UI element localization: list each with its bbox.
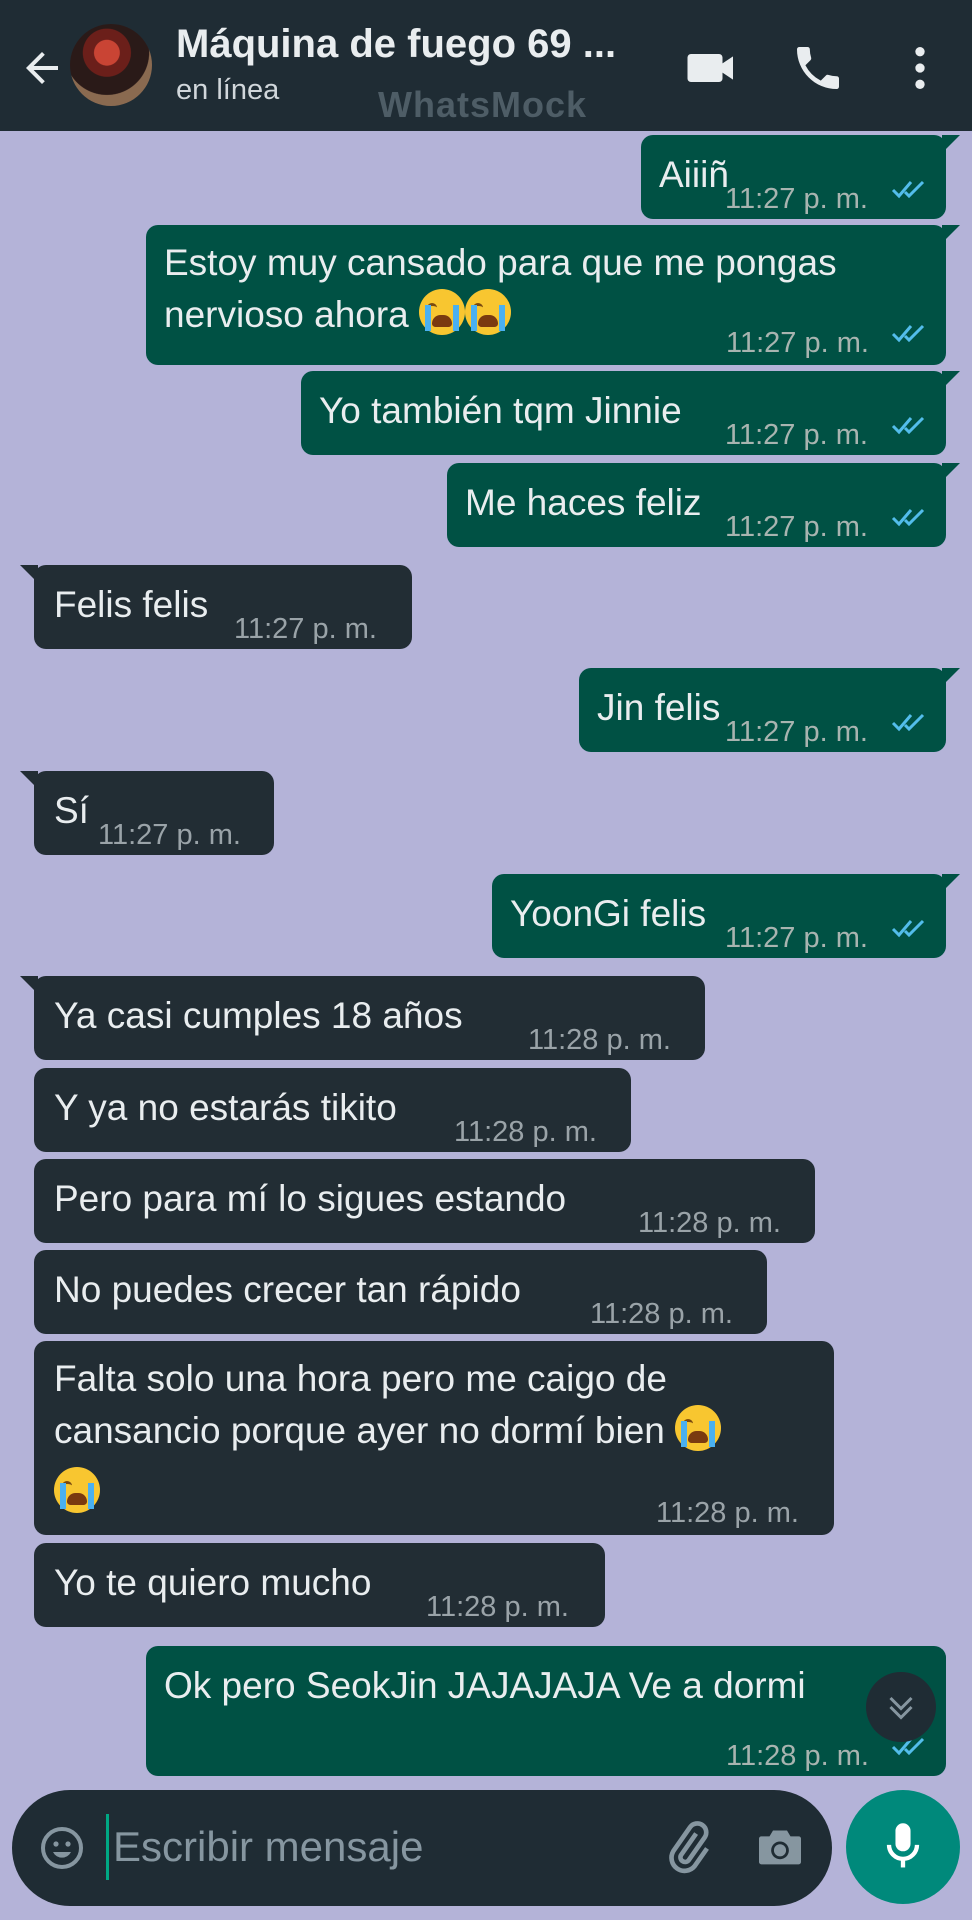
scroll-to-bottom-button[interactable] [866,1672,936,1742]
message-text: Jin felis [597,687,721,728]
message-text: Ok pero SeokJin JAJAJAJA Ve a dormi [164,1665,806,1706]
message-list[interactable]: Aiiiñ 11:27 p. m. Estoy muy cansado para… [0,131,972,1791]
message-time: 11:27 p. m. [725,922,868,954]
message-text: Y ya no estarás tikito [54,1087,397,1128]
contact-status: en línea [176,74,280,106]
message-text: Ya casi cumples 18 años [54,995,463,1036]
message-bubble-outgoing[interactable]: Aiiiñ 11:27 p. m. [641,135,960,219]
arrow-left-icon[interactable] [18,44,66,92]
message-text: Felis felis [54,584,209,625]
message-text: Yo te quiero mucho [54,1562,372,1603]
message-text: Me haces feliz [465,482,702,523]
message-time: 11:28 p. m. [590,1298,733,1330]
message-text: Yo también tqm Jinnie [319,390,682,431]
message-time: 11:27 p. m. [725,716,868,748]
message-bubble-outgoing[interactable]: YoonGi felis 11:27 p. m. [492,874,960,958]
message-bubble-incoming[interactable]: Felis felis 11:27 p. m. [20,565,412,649]
message-time: 11:28 p. m. [528,1024,671,1056]
message-time: 11:27 p. m. [726,327,869,359]
message-text: Sí [54,790,89,831]
message-text: Pero para mí lo sigues estando [54,1178,567,1219]
phone-icon[interactable] [790,40,846,96]
message-time: 11:27 p. m. [725,419,868,451]
message-text: YoonGi felis [510,893,707,934]
double-check-read-icon [891,416,925,435]
loudly-crying-face-icon [675,1405,722,1451]
message-text: Estoy muy cansado para que me pongas [164,242,837,283]
message-time: 11:27 p. m. [725,511,868,543]
voice-record-button[interactable] [846,1790,960,1904]
loudly-crying-face-icon [419,289,466,335]
message-time: 11:28 p. m. [726,1740,869,1772]
message-text: cansancio porque ayer no dormí bien [54,1405,722,1457]
double-check-read-icon [891,180,925,199]
message-bubble-incoming[interactable]: Yo te quiero mucho 11:28 p. m. [34,1543,605,1627]
smiley-icon[interactable] [38,1824,86,1872]
message-time: 11:27 p. m. [234,613,377,645]
more-vertical-icon[interactable] [892,40,948,96]
message-bubble-incoming[interactable]: Y ya no estarás tikito 11:28 p. m. [34,1068,631,1152]
message-bubble-incoming[interactable]: No puedes crecer tan rápido 11:28 p. m. [34,1250,767,1334]
message-bubble-incoming[interactable]: Pero para mí lo sigues estando 11:28 p. … [34,1159,815,1243]
message-bubble-incoming[interactable]: Sí 11:27 p. m. [20,771,274,855]
double-check-read-icon [891,919,925,938]
message-composer: Escribir mensaje [12,1790,832,1906]
message-text: Aiiiñ [659,154,729,195]
message-bubble-outgoing[interactable]: Ok pero SeokJin JAJAJAJA Ve a dormi 11:2… [146,1646,946,1776]
contact-avatar[interactable] [70,24,152,106]
loudly-crying-face-icon [54,1467,100,1513]
microphone-icon [886,1823,920,1868]
video-camera-icon[interactable] [684,40,740,96]
message-time: 11:28 p. m. [656,1497,799,1529]
message-text: Falta solo una hora pero me caigo de [54,1358,667,1399]
contact-name[interactable]: Máquina de fuego 69 ... [176,22,616,67]
double-chevron-down-icon [889,1696,913,1720]
paperclip-icon[interactable] [660,1820,716,1876]
message-bubble-incoming[interactable]: Falta solo una hora pero me caigo de can… [34,1341,834,1535]
message-bubble-outgoing[interactable]: Yo también tqm Jinnie 11:27 p. m. [301,371,960,455]
message-bubble-outgoing[interactable]: Me haces feliz 11:27 p. m. [447,463,960,547]
loudly-crying-face-icon [465,289,512,335]
chat-header: Máquina de fuego 69 ... en línea WhatsMo… [0,0,972,131]
message-time: 11:27 p. m. [98,819,241,851]
camera-icon[interactable] [752,1820,808,1876]
message-text: No puedes crecer tan rápido [54,1269,521,1310]
message-time: 11:28 p. m. [638,1207,781,1239]
message-bubble-outgoing[interactable]: Estoy muy cansado para que me pongas ner… [146,225,960,365]
message-time: 11:27 p. m. [725,183,868,215]
message-bubble-incoming[interactable]: Ya casi cumples 18 años 11:28 p. m. [20,976,705,1060]
double-check-read-icon [891,508,925,527]
message-time: 11:28 p. m. [426,1591,569,1623]
double-check-read-icon [891,324,925,343]
message-time: 11:28 p. m. [454,1116,597,1148]
message-input[interactable]: Escribir mensaje [106,1814,656,1880]
double-check-read-icon [891,713,925,732]
message-text: nervioso ahora [164,289,512,341]
watermark: WhatsMock [378,84,588,125]
message-bubble-outgoing[interactable]: Jin felis 11:27 p. m. [579,668,960,752]
